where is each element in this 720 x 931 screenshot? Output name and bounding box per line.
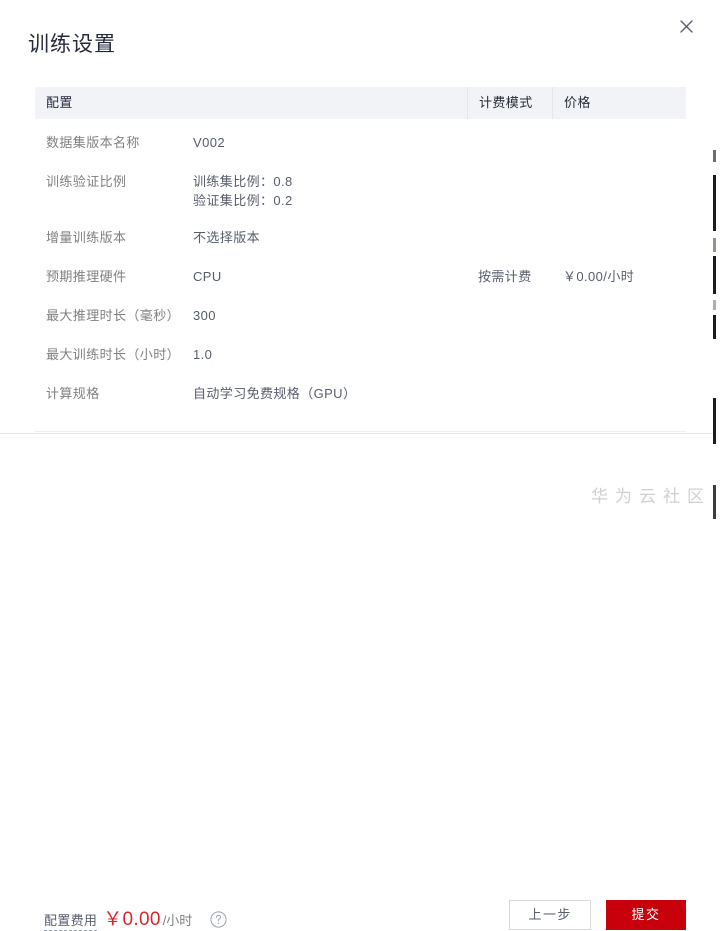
table-row: 最大训练时长（小时） 1.0 (35, 331, 686, 370)
row-value-line: 300 (193, 306, 467, 325)
row-value-line: 训练集比例：0.8 (193, 172, 467, 191)
row-label: 预期推理硬件 (35, 253, 182, 292)
row-billing-mode (467, 158, 552, 214)
row-label: 最大推理时长（毫秒） (35, 292, 182, 331)
previous-step-button[interactable]: 上一步 (509, 900, 591, 930)
column-header-spacer (182, 87, 467, 119)
row-label: 最大训练时长（小时） (35, 331, 182, 370)
footer-actions: 上一步 提交 (509, 900, 686, 930)
row-price (552, 370, 686, 409)
row-value: 1.0 (182, 331, 467, 370)
bg-sliver-segment (713, 238, 716, 252)
background-page-sliver (713, 0, 720, 519)
bg-sliver-segment (713, 256, 716, 294)
training-settings-dialog: 训练设置 配置 计费模式 价格 数据集版本名 (0, 0, 713, 519)
row-price: ￥0.00/小时 (552, 253, 686, 292)
cost-summary: 配置费用 ￥0.00 /小时 (44, 904, 227, 931)
row-label: 计算规格 (35, 370, 182, 409)
bg-sliver-segment (713, 300, 716, 310)
table-bottom-rule (35, 431, 686, 432)
row-value-line-2: 验证集比例：0.2 (193, 191, 467, 210)
table-row: 预期推理硬件 CPU 按需计费 ￥0.00/小时 (35, 253, 686, 292)
bg-sliver-segment (713, 485, 716, 519)
row-label: 增量训练版本 (35, 214, 182, 253)
submit-button[interactable]: 提交 (606, 900, 686, 930)
row-value-line: V002 (193, 133, 467, 152)
table-row: 计算规格 自动学习免费规格（GPU） (35, 370, 686, 409)
row-label: 训练验证比例 (35, 158, 182, 214)
page-title: 训练设置 (28, 30, 116, 60)
row-billing-mode (467, 292, 552, 331)
row-value-line: 不选择版本 (193, 228, 467, 247)
cost-label[interactable]: 配置费用 (44, 910, 97, 931)
column-header-price: 价格 (552, 87, 686, 119)
table-header-row: 配置 计费模式 价格 (35, 87, 686, 119)
table-row: 最大推理时长（毫秒） 300 (35, 292, 686, 331)
bg-sliver-segment (713, 398, 716, 444)
row-value-line: 自动学习免费规格（GPU） (193, 384, 467, 403)
row-price (552, 119, 686, 158)
row-value: V002 (182, 119, 467, 158)
table-row: 数据集版本名称 V002 (35, 119, 686, 158)
row-value: 训练集比例：0.8 验证集比例：0.2 (182, 158, 467, 214)
row-billing-mode (467, 214, 552, 253)
bg-sliver-segment (713, 150, 716, 162)
row-value: 自动学习免费规格（GPU） (182, 370, 467, 409)
row-billing-mode (467, 119, 552, 158)
column-header-billing-mode: 计费模式 (467, 87, 552, 119)
configuration-table: 配置 计费模式 价格 数据集版本名称 V002 (35, 87, 686, 409)
row-billing-mode (467, 370, 552, 409)
cost-unit: /小时 (163, 910, 193, 929)
row-billing-mode (467, 331, 552, 370)
row-value: CPU (182, 253, 467, 292)
row-label: 数据集版本名称 (35, 119, 182, 158)
row-price (552, 331, 686, 370)
question-circle-icon[interactable] (210, 911, 227, 928)
dialog-footer: 配置费用 ￥0.00 /小时 上一步 提交 (0, 434, 713, 519)
table-row: 增量训练版本 不选择版本 (35, 214, 686, 253)
bg-sliver-segment (713, 315, 716, 339)
row-price (552, 292, 686, 331)
row-value: 不选择版本 (182, 214, 467, 253)
row-billing-mode: 按需计费 (467, 253, 552, 292)
row-price (552, 214, 686, 253)
bg-sliver-segment (713, 175, 716, 231)
table-row: 训练验证比例 训练集比例：0.8 验证集比例：0.2 (35, 158, 686, 214)
cost-amount: ￥0.00 (103, 904, 160, 931)
close-icon[interactable] (673, 13, 699, 39)
row-value-line: 1.0 (193, 345, 467, 364)
row-value: 300 (182, 292, 467, 331)
row-price (552, 158, 686, 214)
column-header-config: 配置 (35, 87, 182, 119)
row-value-line: CPU (193, 267, 467, 286)
